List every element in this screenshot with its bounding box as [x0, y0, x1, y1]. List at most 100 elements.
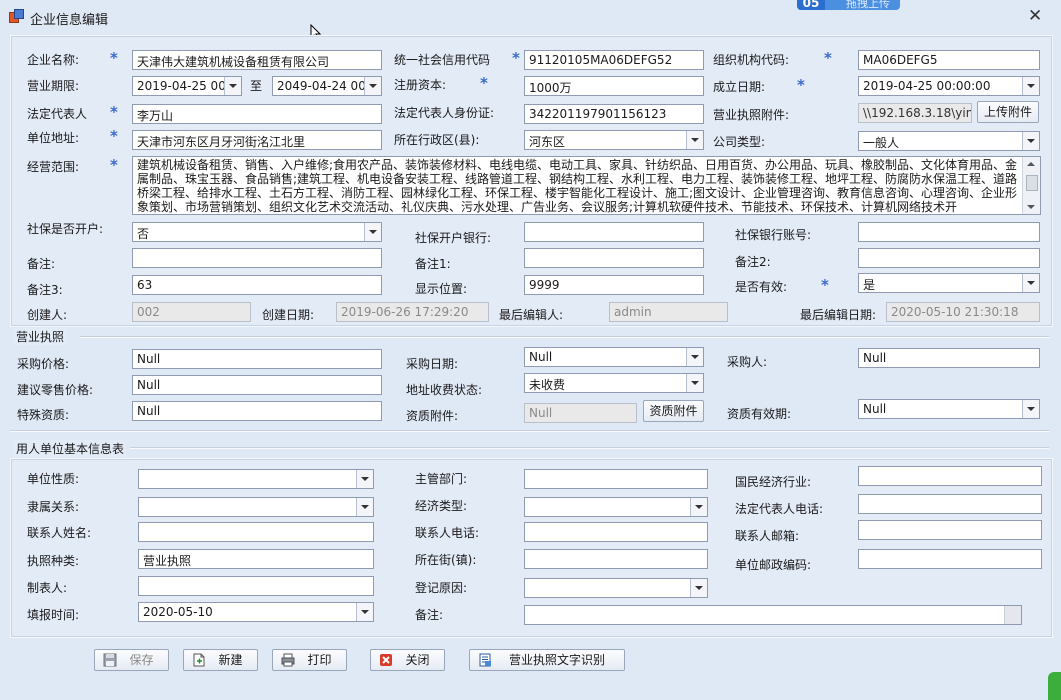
chevron-down-icon[interactable] — [356, 603, 373, 621]
chevron-down-icon[interactable] — [1022, 274, 1039, 292]
close-icon — [380, 654, 392, 666]
chevron-down-icon[interactable] — [1022, 77, 1039, 95]
street-field[interactable] — [524, 549, 708, 569]
term-start-picker[interactable]: 2019-04-25 00: — [132, 76, 242, 96]
fill-time-picker[interactable]: 2020-05-10 — [138, 602, 374, 622]
dept-label: 主管部门: — [415, 472, 468, 486]
contact-phone-field[interactable] — [524, 522, 708, 542]
chevron-down-icon[interactable] — [686, 131, 703, 149]
term-end-picker[interactable]: 2049-04-24 00: — [272, 76, 382, 96]
contact-email-field[interactable] — [858, 520, 1042, 540]
qual-attachment-button[interactable]: 资质附件 — [643, 400, 704, 422]
address-fee-label: 地址收费状态: — [406, 383, 483, 397]
required-star: * — [512, 49, 520, 67]
purchase-price-field[interactable]: Null — [132, 349, 382, 369]
remark3-field[interactable]: 63 — [132, 275, 382, 295]
employer-remark-label: 备注: — [415, 608, 444, 622]
display-position-field[interactable]: 9999 — [524, 275, 704, 295]
license-group-title: 营业执照 — [14, 328, 67, 345]
last-editor-label: 最后编辑人: — [499, 308, 564, 322]
license-attach-label: 营业执照附件: — [713, 108, 790, 122]
postcode-field[interactable] — [858, 549, 1042, 569]
chevron-down-icon[interactable] — [364, 223, 381, 241]
close-icon[interactable]: ✕ — [1028, 6, 1042, 26]
credit-code-field[interactable]: 91120105MA06DEFG52 — [524, 50, 704, 70]
legal-phone-field[interactable] — [858, 494, 1042, 514]
document-scan-icon — [479, 653, 491, 667]
address-fee-select[interactable]: 未收费 — [524, 373, 704, 393]
industry-label: 国民经济行业: — [735, 475, 812, 489]
qual-valid-picker[interactable]: Null — [858, 399, 1040, 419]
required-star: * — [110, 127, 118, 145]
upload-attachment-button[interactable]: 上传附件 — [977, 101, 1039, 123]
purchase-date-picker[interactable]: Null — [524, 347, 704, 367]
chevron-down-icon[interactable] — [356, 498, 373, 516]
chevron-down-icon[interactable] — [224, 77, 241, 95]
contact-name-field[interactable] — [138, 522, 374, 542]
chevron-down-icon[interactable] — [1022, 132, 1039, 150]
social-account-field[interactable] — [858, 222, 1040, 242]
contact-email-label: 联系人邮箱: — [735, 529, 800, 543]
legal-rep-label: 法定代表人 — [27, 107, 88, 121]
divider — [130, 447, 1049, 449]
chevron-down-icon[interactable] — [1022, 400, 1039, 418]
chevron-down-icon[interactable] — [686, 374, 703, 392]
company-type-select[interactable]: 一般人 — [858, 131, 1040, 151]
affiliation-select[interactable] — [138, 497, 374, 517]
social-bank-field[interactable] — [524, 222, 704, 242]
legal-id-field[interactable]: 342201197901156123 — [524, 104, 704, 124]
established-date-picker[interactable]: 2019-04-25 00:00:00 — [858, 76, 1040, 96]
industry-field[interactable] — [858, 466, 1042, 486]
chevron-down-icon[interactable] — [686, 348, 703, 366]
district-select[interactable]: 河东区 — [524, 130, 704, 150]
drag-upload-button[interactable]: 05 拖拽上传 — [797, 0, 900, 10]
remark2-field[interactable] — [858, 248, 1040, 268]
remark3-label: 备注3: — [27, 283, 63, 297]
required-star: * — [480, 74, 488, 92]
divider — [80, 336, 1049, 338]
close-button[interactable]: 关闭 — [370, 649, 445, 671]
reg-reason-select[interactable] — [524, 578, 708, 598]
business-scope-textarea[interactable]: 建筑机械设备租赁、销售、入户维修;食用农产品、装饰装修材料、电线电缆、电动工具、… — [132, 156, 1041, 215]
social-account-label: 社保银行账号: — [735, 228, 812, 242]
new-button[interactable]: 新建 — [183, 649, 258, 671]
legal-rep-field[interactable]: 李万山 — [132, 104, 382, 124]
capital-field[interactable]: 1000万 — [524, 76, 704, 96]
new-document-icon — [193, 653, 205, 667]
preparer-field[interactable] — [138, 576, 374, 596]
chevron-down-icon[interactable] — [690, 579, 707, 597]
social-open-select[interactable]: 否 — [132, 222, 382, 242]
save-button[interactable]: 保存 — [94, 649, 169, 671]
qual-valid-label: 资质有效期: — [727, 407, 792, 421]
legal-phone-label: 法定代表人电话: — [735, 502, 824, 516]
purchaser-field[interactable]: Null — [858, 348, 1040, 368]
purchaser-label: 采购人: — [727, 355, 768, 369]
dept-field[interactable] — [524, 469, 708, 489]
term-to-label: 至 — [250, 79, 263, 93]
unit-nature-select[interactable] — [138, 469, 374, 489]
chevron-down-icon[interactable] — [356, 470, 373, 488]
last-edit-date-field: 2020-05-10 21:30:18 — [886, 302, 1040, 322]
org-code-field[interactable]: MA06DEFG5 — [858, 50, 1040, 70]
special-qual-field[interactable]: Null — [132, 401, 382, 421]
print-button[interactable]: 打印 — [272, 649, 347, 671]
scope-scrollbar[interactable] — [1022, 157, 1040, 214]
contact-name-label: 联系人姓名: — [27, 526, 92, 540]
remark-scrollbar[interactable] — [1004, 606, 1021, 624]
remark-field[interactable] — [132, 248, 382, 268]
chevron-down-icon[interactable] — [364, 77, 381, 95]
retail-price-field[interactable]: Null — [132, 375, 382, 395]
remark1-field[interactable] — [524, 248, 704, 268]
last-edit-date-label: 最后编辑日期: — [800, 308, 877, 322]
chevron-down-icon[interactable] — [690, 498, 707, 516]
affiliation-label: 隶属关系: — [27, 500, 80, 514]
valid-select[interactable]: 是 — [858, 273, 1040, 293]
economy-type-select[interactable] — [524, 497, 708, 517]
address-field[interactable]: 天津市河东区月牙河街洺江北里 — [132, 130, 382, 150]
purchase-price-label: 采购价格: — [17, 357, 70, 371]
company-name-field[interactable]: 天津伟大建筑机械设备租赁有限公司 — [132, 50, 382, 70]
ocr-license-button[interactable]: 营业执照文字识别 — [469, 649, 625, 671]
employer-remark-field[interactable] — [524, 605, 1022, 625]
license-type-field[interactable]: 营业执照 — [138, 549, 374, 569]
address-label: 单位地址: — [27, 131, 80, 145]
